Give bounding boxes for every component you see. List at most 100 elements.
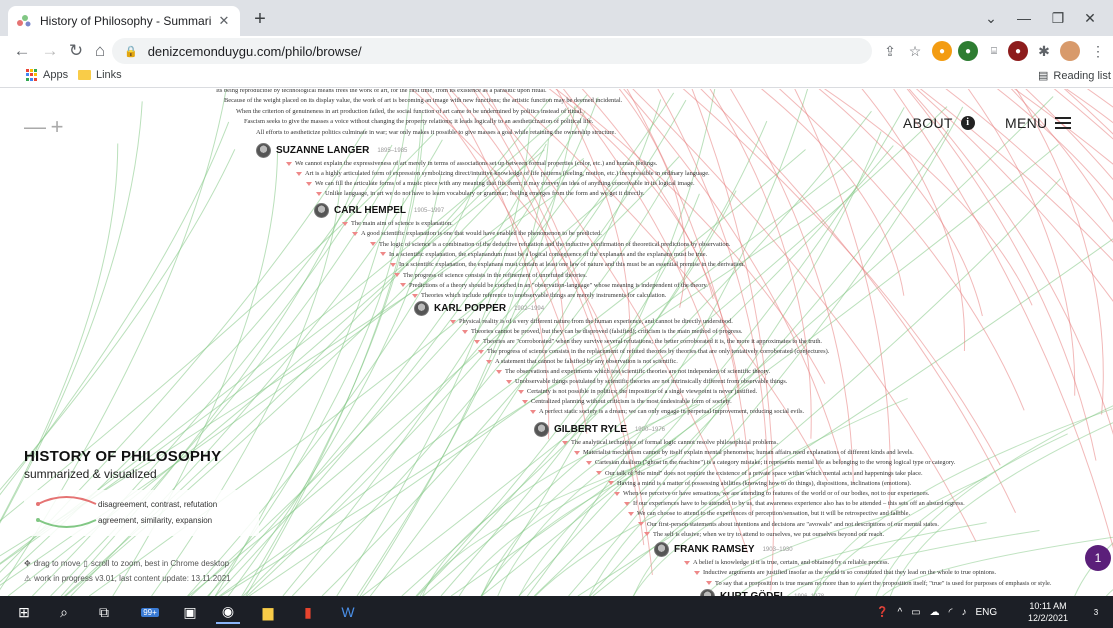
chrome-taskbar-icon[interactable]: ◉ (216, 600, 240, 624)
zoom-out-button[interactable]: — (24, 116, 46, 138)
notification-badge[interactable]: 1 (1085, 545, 1111, 571)
idea-line[interactable]: We can choose to attend to the experienc… (628, 510, 910, 517)
file-explorer-icon[interactable]: ▆ (256, 600, 280, 624)
extension-icon-3[interactable]: ⌸ (984, 41, 1004, 61)
browser-tab[interactable]: History of Philosophy - Summari ✕ (8, 6, 240, 36)
idea-line[interactable]: In a scientific explanation, the explana… (380, 251, 707, 258)
extension-icon-1[interactable]: ● (932, 41, 952, 61)
idea-text: Theories are "corroborated" when they su… (483, 338, 823, 345)
idea-line[interactable]: A belief is knowledge if it is true, cer… (684, 559, 889, 566)
idea-line[interactable]: Unobservable things postulated by scient… (506, 378, 787, 385)
philosopher-heading[interactable]: SUZANNE LANGER 1895–1985 (256, 143, 407, 158)
forward-button[interactable]: → (38, 39, 62, 63)
tab-close-icon[interactable]: ✕ (216, 13, 232, 29)
idea-line[interactable]: Unlike language, in art we do not have t… (316, 190, 645, 197)
hint-move: drag to move (33, 559, 81, 568)
idea-marker-icon (706, 581, 712, 586)
idea-line[interactable]: If our experiences have to be attended t… (624, 500, 965, 507)
philosopher-heading[interactable]: KARL POPPER 1902–1994 (414, 301, 544, 316)
bookmark-links[interactable]: Links (78, 69, 122, 81)
action-center-icon[interactable]: 3 (1084, 600, 1108, 624)
idea-marker-icon (390, 262, 396, 267)
volume-icon[interactable]: ♪ (961, 607, 966, 618)
philosopher-heading[interactable]: KURT GÖDEL1906–1978 (700, 589, 824, 596)
tray-chevron-icon[interactable]: ^ (897, 607, 902, 618)
reading-list-icon: ▤ (1038, 70, 1049, 82)
menu-button[interactable]: MENU (1005, 115, 1072, 131)
idea-line[interactable]: A good scientific explanation is one tha… (352, 230, 602, 237)
search-icon[interactable]: ⌕ (52, 600, 76, 624)
idea-line[interactable]: We can fill the articulate forms of a mu… (306, 180, 695, 187)
philosopher-heading[interactable]: CARL HEMPEL 1905–1997 (314, 203, 444, 218)
idea-line[interactable]: When the criterion of genuineness in art… (236, 108, 583, 115)
extensions-puzzle-icon[interactable]: ✱ (1034, 41, 1054, 61)
philosopher-heading[interactable]: FRANK RAMSEY 1903–1930 (654, 542, 793, 557)
new-tab-button[interactable]: + (248, 8, 272, 32)
idea-line[interactable]: Because of the weight placed on its disp… (224, 97, 622, 104)
idea-line[interactable]: The self is elusive; when we try to atte… (644, 531, 884, 538)
idea-line[interactable]: A statement that cannot be falsified by … (486, 358, 678, 365)
extension-icon-4[interactable]: ● (1008, 41, 1028, 61)
idea-line[interactable]: The main aim of science is explanation. (342, 220, 453, 227)
idea-line[interactable]: The observations and experiments which t… (496, 368, 770, 375)
profile-avatar[interactable] (1060, 41, 1080, 61)
home-button[interactable]: ⌂ (88, 39, 112, 63)
idea-line[interactable]: Inductive arguments are justified insofa… (694, 569, 996, 576)
idea-line[interactable]: Having a mind is a matter of possessing … (608, 480, 911, 487)
reading-list-button[interactable]: ▤ Reading list (1038, 69, 1111, 83)
word-icon[interactable]: W (336, 600, 360, 624)
help-icon[interactable]: ❓ (876, 607, 888, 618)
idea-line[interactable]: Materialist mechanism cannot by itself e… (574, 449, 914, 456)
windows-start-icon[interactable]: ⊞ (12, 600, 36, 624)
idea-line[interactable]: Predictions of a theory should be couche… (400, 282, 708, 289)
idea-line[interactable]: Centralized planning without criticism i… (522, 398, 732, 405)
idea-line[interactable]: Its being reproducible by technological … (216, 89, 547, 94)
idea-line[interactable]: In a scientific explanation, the explana… (390, 261, 745, 268)
idea-line[interactable]: Physical reality is of a very different … (450, 318, 733, 325)
idea-line[interactable]: Theories which include reference to unob… (412, 292, 666, 299)
browser-menu-icon[interactable]: ⋮ (1088, 41, 1108, 61)
reload-button[interactable]: ↻ (64, 39, 88, 63)
idea-line[interactable]: Theories are "corroborated" when they su… (474, 338, 822, 345)
cloud-icon[interactable]: ☁ (930, 607, 940, 618)
idea-line[interactable]: All efforts to aestheticize politics cul… (256, 129, 616, 136)
clock[interactable]: 10:11 AM 12/2/2021 (1024, 600, 1072, 624)
idea-line[interactable]: The progress of science consists in the … (394, 272, 587, 279)
close-window-button[interactable]: ✕ (1067, 0, 1113, 36)
back-button[interactable]: ← (10, 39, 34, 63)
philosophy-map-canvas[interactable]: Its being reproducible by technological … (0, 89, 1113, 596)
store-bag-icon[interactable]: ▣ (178, 600, 202, 624)
idea-line[interactable]: Art is a highly articulated form of expr… (296, 170, 710, 177)
idea-text: Certainty is not possible in politics; t… (527, 388, 758, 395)
idea-line[interactable]: The logic of science is a combination of… (370, 241, 730, 248)
idea-line[interactable]: Theories cannot be proved, but they can … (462, 328, 743, 335)
about-link[interactable]: ABOUT i (903, 115, 975, 131)
idea-line[interactable]: Cartesian dualism ("ghost in the machine… (586, 459, 955, 466)
language-indicator[interactable]: ENG (975, 607, 997, 618)
idea-marker-icon (624, 501, 630, 506)
idea-line[interactable]: Fascism seeks to give the masses a voice… (244, 118, 593, 125)
idea-line[interactable]: A perfect static society is a dream; we … (530, 408, 804, 415)
zoom-in-button[interactable]: + (48, 116, 66, 138)
bookmark-apps[interactable]: Apps (26, 69, 68, 81)
idea-line[interactable]: The progress of science consists in the … (478, 348, 829, 355)
idea-line[interactable]: To say that a proposition is true means … (706, 580, 1052, 587)
idea-line[interactable]: We cannot explain the expressiveness of … (286, 160, 657, 167)
idea-line[interactable]: Certainty is not possible in politics; t… (518, 388, 757, 395)
extension-icon-2[interactable]: ● (958, 41, 978, 61)
address-bar[interactable]: 🔒 denizcemonduygu.com/philo/browse/ (112, 38, 872, 64)
office-icon[interactable]: ▮ (296, 600, 320, 624)
idea-line[interactable]: Our first-person statements about intent… (638, 521, 939, 528)
philosopher-name: FRANK RAMSEY (674, 544, 755, 555)
task-view-icon[interactable]: ⧉ (92, 600, 116, 624)
store-icon[interactable]: 99+ (132, 600, 168, 624)
share-icon[interactable]: ⇪ (880, 41, 900, 61)
philosopher-heading[interactable]: GILBERT RYLE 1900–1976 (534, 422, 665, 437)
idea-marker-icon (380, 252, 386, 257)
wifi-icon[interactable]: ◜ (949, 607, 953, 618)
idea-line[interactable]: The analytical techniques of formal logi… (562, 439, 778, 446)
idea-line[interactable]: When we perceive or have sensations, we … (614, 490, 929, 497)
bookmark-star-icon[interactable]: ☆ (905, 41, 925, 61)
idea-line[interactable]: Our talk of "the mind" does not require … (596, 470, 923, 477)
battery-icon[interactable]: ▭ (911, 607, 920, 618)
